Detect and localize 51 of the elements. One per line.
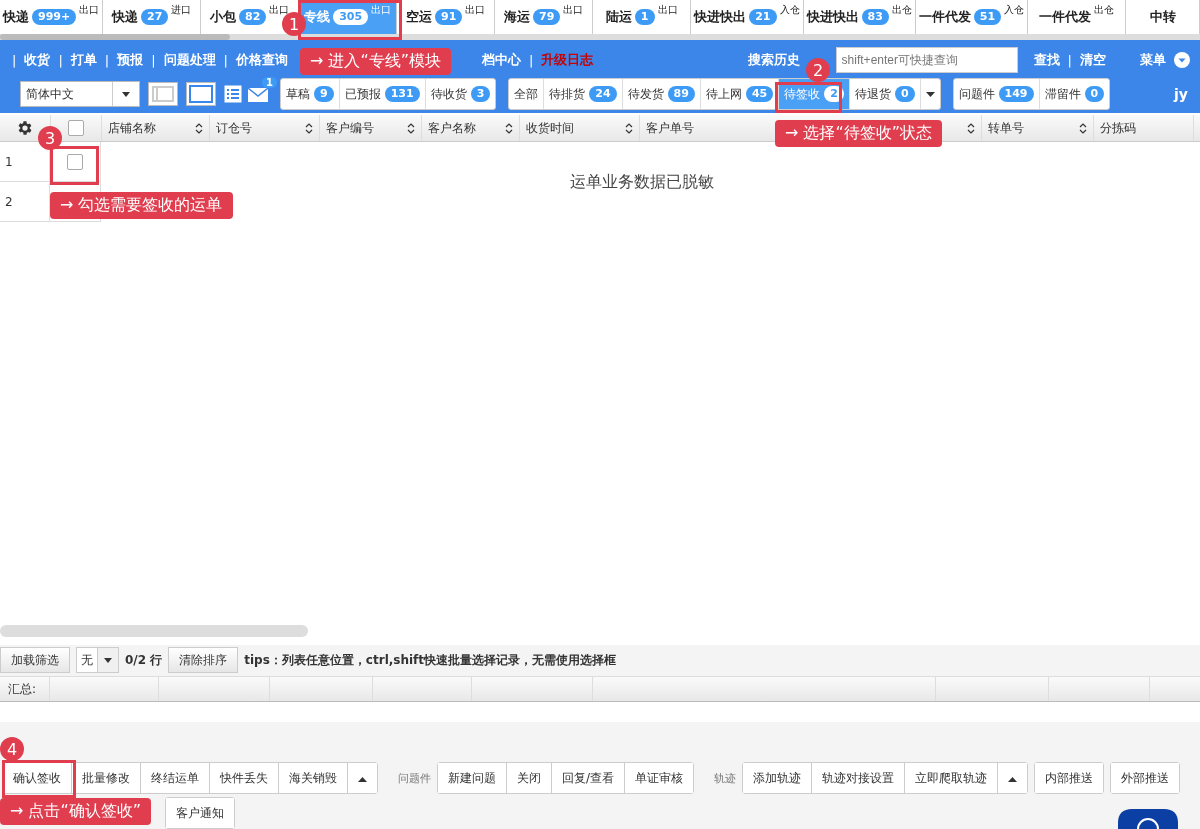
count-badge: 24 (589, 86, 617, 102)
count-badge: 82 (239, 9, 267, 25)
tab-tag: 出口 (269, 4, 290, 15)
empty-message: 运单业务数据已脱敏 (570, 172, 714, 193)
nav-separator: | (104, 52, 110, 68)
callout-tooltip: → 勾选需要签收的运单 (50, 192, 233, 219)
count-badge: 91 (435, 9, 463, 25)
tips-text: tips：列表任意位置，ctrl,shift快速批量选择记录，无需使用选择框 (244, 651, 617, 669)
tab-tag: 出口 (563, 4, 584, 15)
count-badge: 1 (634, 9, 655, 25)
count-badge: 149 (998, 86, 1034, 102)
tab-tag: 入仓 (1004, 4, 1025, 15)
group-caption: 轨迹 (714, 770, 737, 786)
count-badge: 131 (384, 86, 420, 102)
notification-badge: 1 (262, 77, 277, 88)
count-badge: 2 (824, 86, 844, 102)
nav-separator: | (223, 52, 228, 68)
tab-tag: 出口 (657, 4, 678, 15)
callout-tooltip: → 进入“专线”模块 (300, 48, 452, 75)
tab-tag: 出口 (79, 4, 100, 15)
count-badge: 999+ (32, 9, 77, 25)
tab-tag: 出口 (371, 4, 392, 15)
nav-separator: | (58, 52, 63, 68)
count-badge: 0 (1084, 86, 1105, 102)
user-name: jy (1174, 86, 1188, 102)
tab-tag: 入仓 (779, 4, 800, 15)
count-badge: 27 (141, 9, 169, 25)
count-badge: 0 (894, 86, 915, 102)
group-caption: 问题件 (398, 770, 431, 786)
summary-label: 汇总: (0, 677, 50, 701)
nav-separator: | (1067, 52, 1072, 68)
row-count: 0/2 行 (125, 651, 163, 669)
count-badge: 21 (749, 9, 777, 25)
tab-tag: 出仓 (1094, 4, 1115, 15)
nav-separator: | (12, 52, 17, 68)
count-badge: 3 (470, 86, 491, 102)
count-badge: 89 (667, 86, 695, 102)
count-badge: 83 (861, 9, 889, 25)
count-badge: 45 (745, 86, 774, 102)
count-badge: 79 (533, 9, 561, 25)
tab-tag: 出仓 (891, 4, 912, 15)
callout-tooltip: → 点击“确认签收” (0, 798, 152, 825)
callout-tooltip: → 选择“待签收”状态 (775, 120, 943, 147)
tab-tag: 进口 (171, 4, 192, 15)
tab-tag: 出口 (465, 4, 486, 15)
count-badge: 51 (973, 9, 1002, 25)
nav-separator: | (151, 52, 156, 68)
count-badge: 9 (314, 86, 334, 102)
count-badge: 305 (333, 9, 369, 25)
row-number: 2 (0, 182, 50, 222)
nav-separator: | (528, 52, 534, 68)
